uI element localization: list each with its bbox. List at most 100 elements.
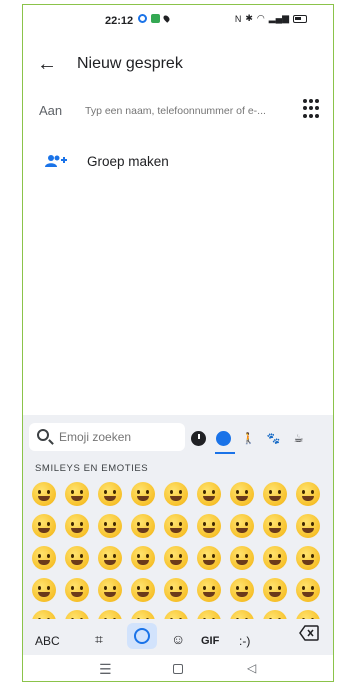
- wifi-icon: ◠: [256, 13, 265, 23]
- emoji-key[interactable]: [227, 543, 257, 573]
- emoji-grid: [29, 479, 329, 619]
- status-bar: 22:12 N ✱ ◠ ▂▄▆: [23, 5, 333, 35]
- sticker-icon[interactable]: ⌗: [95, 625, 103, 653]
- emoji-key[interactable]: [95, 575, 125, 605]
- emoji-key[interactable]: [128, 511, 158, 541]
- battery-icon: [293, 14, 307, 23]
- group-add-icon: [45, 155, 67, 167]
- emoji-key[interactable]: [62, 607, 92, 619]
- smiley-face-icon: [65, 482, 89, 506]
- emoji-key[interactable]: [293, 575, 323, 605]
- emoji-key[interactable]: [29, 607, 59, 619]
- notification-icons: [138, 14, 171, 23]
- emoji-key[interactable]: [128, 479, 158, 509]
- emoji-key[interactable]: [29, 511, 59, 541]
- smiley-face-icon: [230, 514, 254, 538]
- emoji-key[interactable]: [62, 511, 92, 541]
- emoji-key[interactable]: [293, 607, 323, 619]
- emoji-key[interactable]: [161, 511, 191, 541]
- emoji-key[interactable]: [194, 479, 224, 509]
- emoji-key[interactable]: [29, 479, 59, 509]
- emoji-search-box[interactable]: [29, 423, 185, 451]
- page-title: Nieuw gesprek: [77, 55, 183, 72]
- emoji-key[interactable]: [128, 575, 158, 605]
- home-icon[interactable]: [173, 664, 183, 674]
- back-icon[interactable]: ◁: [247, 661, 256, 675]
- recent-icon[interactable]: [191, 430, 206, 446]
- emoji-key[interactable]: [161, 543, 191, 573]
- emoji-key[interactable]: [227, 479, 257, 509]
- search-icon: [37, 429, 49, 441]
- smiley-face-icon: [296, 610, 320, 619]
- arrow-left-icon[interactable]: ←: [37, 53, 57, 76]
- emoji-key[interactable]: [62, 575, 92, 605]
- status-right-icons: N ✱ ◠ ▂▄▆: [235, 13, 307, 24]
- smiley-face-icon: [197, 578, 221, 602]
- smiley-face-icon: [98, 482, 122, 506]
- emoji-key[interactable]: [194, 511, 224, 541]
- emoticon-button[interactable]: :-): [239, 627, 250, 655]
- smiley-face-icon: [32, 514, 56, 538]
- smiley-face-icon: [32, 610, 56, 619]
- emoji-key[interactable]: [260, 479, 290, 509]
- emoji-key[interactable]: [227, 607, 257, 619]
- smileys-icon[interactable]: [216, 430, 231, 446]
- smiley-face-icon: [131, 482, 155, 506]
- emoji-key[interactable]: [62, 479, 92, 509]
- emoji-key[interactable]: [227, 575, 257, 605]
- emoji-tab-button[interactable]: [127, 623, 157, 649]
- emoji-key[interactable]: [260, 607, 290, 619]
- smiley-face-icon: [263, 482, 287, 506]
- selected-category-indicator: [215, 452, 235, 454]
- emoji-key[interactable]: [95, 607, 125, 619]
- emoji-key[interactable]: [293, 479, 323, 509]
- emoji-key[interactable]: [62, 543, 92, 573]
- recipient-input[interactable]: [85, 98, 295, 124]
- smiley-face-icon: [197, 514, 221, 538]
- smiley-face-icon: [98, 610, 122, 619]
- smiley-face-icon: [65, 546, 89, 570]
- animals-icon[interactable]: 🐾: [266, 431, 281, 446]
- emoji-key[interactable]: [29, 543, 59, 573]
- create-group-button[interactable]: Groep maken: [23, 145, 333, 179]
- emoji-key[interactable]: [194, 575, 224, 605]
- emoji-key[interactable]: [95, 543, 125, 573]
- emoji-search-input[interactable]: [59, 428, 179, 446]
- emoji-key[interactable]: [260, 575, 290, 605]
- emoji-key[interactable]: [194, 543, 224, 573]
- abc-button[interactable]: ABC: [35, 627, 60, 655]
- smiley-face-icon: [263, 610, 287, 619]
- smiley-face-icon: [131, 578, 155, 602]
- food-icon[interactable]: ☕: [291, 431, 306, 446]
- emoji-key[interactable]: [260, 543, 290, 573]
- emoji-key[interactable]: [161, 607, 191, 619]
- emoji-key[interactable]: [293, 511, 323, 541]
- smiley-face-icon: [131, 514, 155, 538]
- people-icon[interactable]: 🚶: [241, 431, 256, 446]
- recents-icon[interactable]: ☰: [99, 661, 112, 678]
- emoji-sticker-icon[interactable]: ☺: [171, 625, 185, 653]
- emoji-key[interactable]: [161, 479, 191, 509]
- smiley-face-icon: [197, 482, 221, 506]
- emoji-key[interactable]: [194, 607, 224, 619]
- emoji-key[interactable]: [29, 575, 59, 605]
- app-notification-icon: [151, 14, 160, 23]
- emoji-section-label: SMILEYS EN EMOTIES: [35, 463, 149, 474]
- emoji-key[interactable]: [128, 543, 158, 573]
- emoji-key[interactable]: [260, 511, 290, 541]
- emoji-key[interactable]: [95, 511, 125, 541]
- emoji-key[interactable]: [293, 543, 323, 573]
- app-header: ← Nieuw gesprek: [23, 47, 333, 83]
- to-label: Aan: [39, 103, 63, 118]
- emoji-key[interactable]: [128, 607, 158, 619]
- emoji-key[interactable]: [227, 511, 257, 541]
- backspace-icon[interactable]: [299, 625, 319, 641]
- smiley-face-icon: [263, 578, 287, 602]
- dialpad-icon[interactable]: [303, 99, 319, 119]
- signal-icon: ▂▄▆: [268, 13, 289, 23]
- emoji-key[interactable]: [161, 575, 191, 605]
- emoji-key[interactable]: [95, 479, 125, 509]
- smiley-face-icon: [296, 482, 320, 506]
- gif-button[interactable]: GIF: [201, 627, 219, 655]
- smiley-face-icon: [197, 610, 221, 619]
